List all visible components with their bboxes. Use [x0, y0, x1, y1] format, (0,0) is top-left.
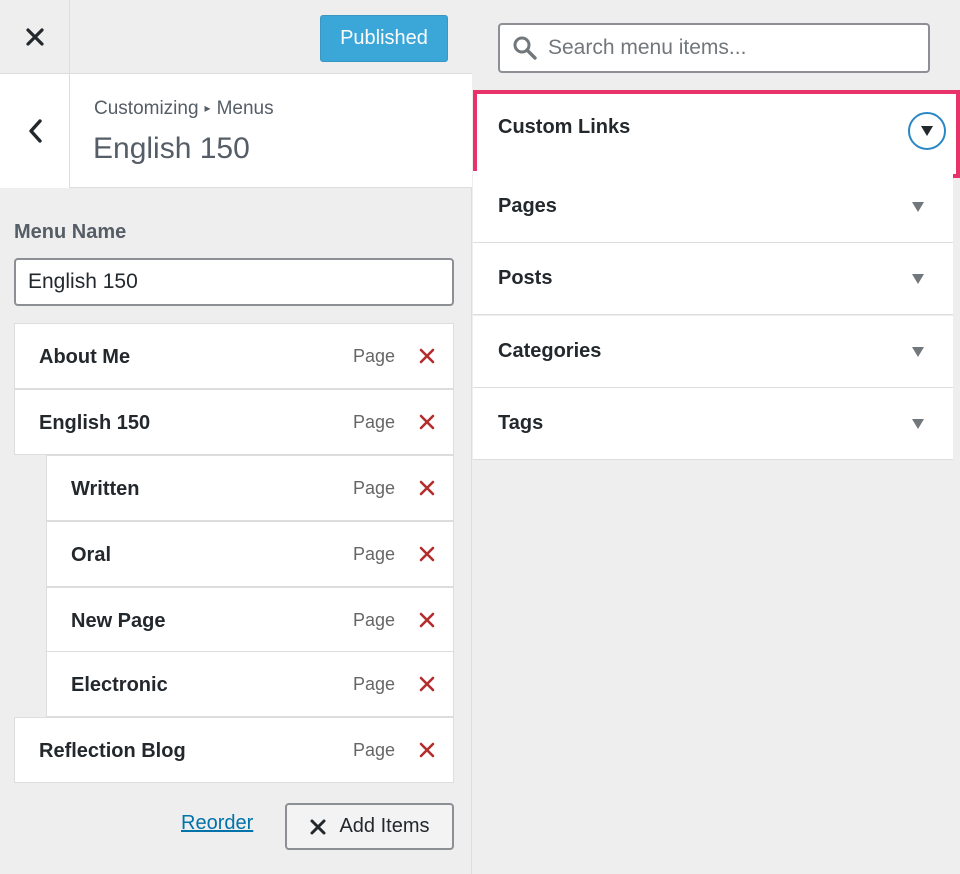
remove-item-icon[interactable]	[417, 478, 437, 498]
menu-item-title: Reflection Blog	[39, 740, 186, 762]
chevron-left-icon	[28, 119, 42, 143]
menu-item-title: About Me	[39, 346, 131, 368]
section-title: Categories	[498, 340, 602, 362]
reorder-link[interactable]: Reorder	[181, 812, 253, 835]
remove-item-icon[interactable]	[417, 412, 437, 432]
remove-item-icon[interactable]	[417, 674, 437, 694]
menu-name-input[interactable]	[14, 258, 454, 306]
caret-down-icon	[921, 126, 933, 136]
breadcrumb-current: Menus	[216, 98, 274, 119]
expand-toggle[interactable]	[908, 112, 946, 150]
menu-item-title: New Page	[71, 610, 166, 632]
remove-item-icon[interactable]	[417, 610, 437, 630]
page-title: English 150	[93, 132, 250, 165]
section-pages[interactable]: Pages	[473, 171, 953, 243]
remove-item-icon[interactable]	[417, 346, 437, 366]
search-icon	[513, 36, 537, 60]
menu-item[interactable]: Electronic Page	[46, 651, 454, 717]
customizer-topbar: Published	[0, 0, 472, 74]
menu-item[interactable]: Oral Page	[46, 521, 454, 587]
menu-item-type: Page	[352, 412, 395, 432]
close-icon	[310, 819, 326, 834]
breadcrumb: Customizing ▸ Menus	[94, 98, 274, 120]
caret-down-icon	[912, 274, 924, 284]
available-menu-items-panel: Custom Links Pages Posts Categories Tags	[473, 0, 960, 874]
remove-item-icon[interactable]	[417, 740, 437, 760]
menu-name-label: Menu Name	[14, 221, 127, 243]
section-posts[interactable]: Posts	[473, 243, 953, 315]
close-customizer-button[interactable]	[0, 0, 70, 74]
customizer-sidebar: Published Customizing ▸ Menus English 150 …	[0, 0, 472, 874]
menu-item[interactable]: New Page Page	[46, 587, 454, 653]
menu-item-title: Oral	[71, 544, 112, 566]
menu-item-type: Page	[352, 544, 395, 564]
menu-item-type: Page	[352, 674, 395, 694]
section-tags[interactable]: Tags	[473, 388, 953, 460]
panel-header: Customizing ▸ Menus English 150	[0, 74, 472, 188]
add-items-button[interactable]: Add Items	[285, 803, 454, 850]
section-title: Custom Links	[498, 116, 631, 138]
menu-item[interactable]: Reflection Blog Page	[14, 717, 454, 783]
menu-item-type: Page	[352, 610, 395, 630]
menu-item-title: English 150	[39, 412, 151, 434]
caret-down-icon	[912, 347, 924, 357]
caret-down-icon	[912, 419, 924, 429]
search-box	[498, 23, 930, 73]
breadcrumb-separator: ▸	[204, 101, 211, 115]
menu-item[interactable]: About Me Page	[14, 323, 454, 389]
add-items-label: Add Items	[339, 815, 430, 837]
menu-item-type: Page	[352, 346, 395, 366]
menu-item[interactable]: Written Page	[46, 455, 454, 521]
breadcrumb-parent: Customizing	[94, 98, 199, 119]
back-button[interactable]	[0, 74, 70, 188]
caret-down-icon	[912, 202, 924, 212]
search-input[interactable]	[548, 25, 926, 71]
menu-item[interactable]: English 150 Page	[14, 389, 454, 455]
section-custom-links[interactable]: Custom Links	[473, 90, 960, 178]
menu-item-type: Page	[352, 478, 395, 498]
remove-item-icon[interactable]	[417, 544, 437, 564]
published-button[interactable]: Published	[320, 15, 448, 62]
menu-item-title: Written	[71, 478, 140, 500]
section-title: Posts	[498, 267, 553, 289]
menu-item-title: Electronic	[71, 674, 168, 696]
section-categories[interactable]: Categories	[473, 316, 953, 388]
section-title: Tags	[498, 412, 544, 434]
section-title: Pages	[498, 195, 557, 217]
close-icon	[25, 28, 44, 46]
menu-item-type: Page	[352, 740, 395, 760]
